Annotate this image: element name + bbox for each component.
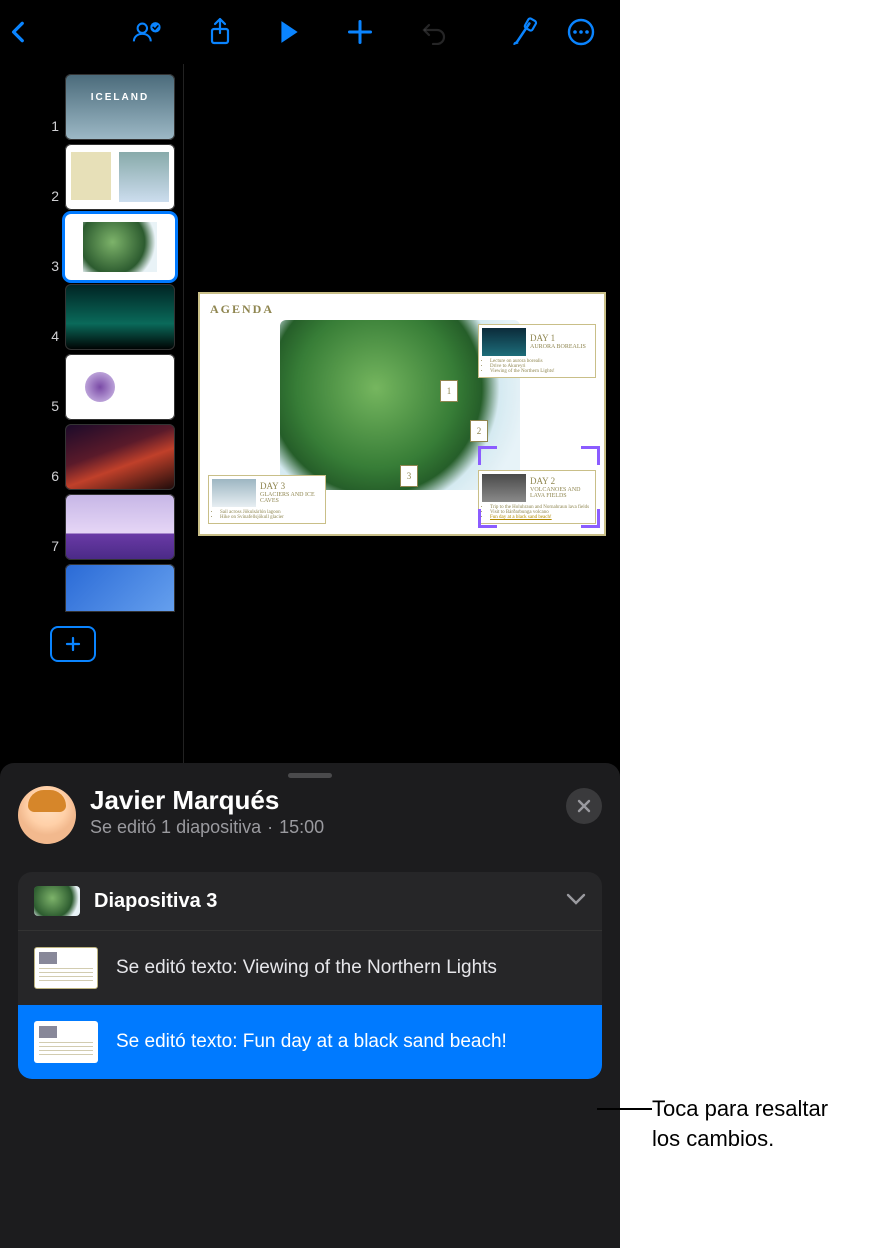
slide-thumb-7[interactable]: 7: [51, 494, 175, 560]
activity-author: Javier Marqués: [90, 786, 324, 815]
more-icon[interactable]: [566, 17, 596, 47]
slide-canvas[interactable]: AGENDA 1 2 3 DAY 1 AURORA BOREALIS Lectu…: [184, 64, 620, 763]
undo-icon: [420, 19, 448, 45]
edit-thumb: [34, 947, 98, 989]
slide-navigator[interactable]: 1 2 3 4 5 6 7: [0, 64, 184, 763]
day1-card[interactable]: DAY 1 AURORA BOREALIS Lecture on aurora …: [478, 324, 596, 378]
toolbar: [0, 0, 620, 64]
slide-thumb-6[interactable]: 6: [51, 424, 175, 490]
share-icon[interactable]: [208, 17, 232, 47]
day3-card[interactable]: DAY 3 GLACIERS AND ICE CAVES Sail across…: [208, 475, 326, 524]
callout-text: Toca para resaltarlos cambios.: [652, 1094, 884, 1153]
activity-slide-thumb: [34, 886, 80, 916]
slide-thumb-1[interactable]: 1: [51, 74, 175, 140]
close-button[interactable]: [566, 788, 602, 824]
add-icon[interactable]: [346, 18, 374, 46]
activity-panel: Javier Marqués Se editó 1 diapositiva·15…: [0, 763, 620, 1248]
avatar: [18, 786, 76, 844]
slide-title: AGENDA: [210, 302, 274, 317]
current-slide[interactable]: AGENDA 1 2 3 DAY 1 AURORA BOREALIS Lectu…: [198, 292, 606, 536]
slide-thumb-4[interactable]: 4: [51, 284, 175, 350]
editor-area: 1 2 3 4 5 6 7 AGENDA 1 2: [0, 64, 620, 763]
activity-summary: Se editó 1 diapositiva·15:00: [90, 817, 324, 838]
play-icon[interactable]: [278, 19, 300, 45]
collaborate-icon[interactable]: [132, 18, 162, 46]
activity-slide-header[interactable]: Diapositiva 3: [18, 872, 602, 931]
activity-edit-row[interactable]: Se editó texto: Viewing of the Northern …: [18, 931, 602, 1005]
day2-card[interactable]: DAY 2 VOLCANOES AND LAVA FIELDS Trip to …: [478, 470, 596, 524]
activity-edit-row-selected[interactable]: Se editó texto: Fun day at a black sand …: [18, 1005, 602, 1079]
activity-card: Diapositiva 3 Se editó texto: Viewing of…: [18, 872, 602, 1079]
callout-leader: [597, 1108, 652, 1110]
add-slide-button[interactable]: [50, 626, 96, 662]
slide-thumb-8[interactable]: [59, 564, 175, 612]
edit-thumb: [34, 1021, 98, 1063]
back-icon[interactable]: [6, 16, 32, 48]
chevron-down-icon: [566, 892, 586, 911]
format-icon[interactable]: [510, 17, 538, 47]
slide-thumb-5[interactable]: 5: [51, 354, 175, 420]
sheet-grabber[interactable]: [288, 773, 332, 778]
slide-thumb-2[interactable]: 2: [51, 144, 175, 210]
slide-thumb-3[interactable]: 3: [51, 214, 175, 280]
